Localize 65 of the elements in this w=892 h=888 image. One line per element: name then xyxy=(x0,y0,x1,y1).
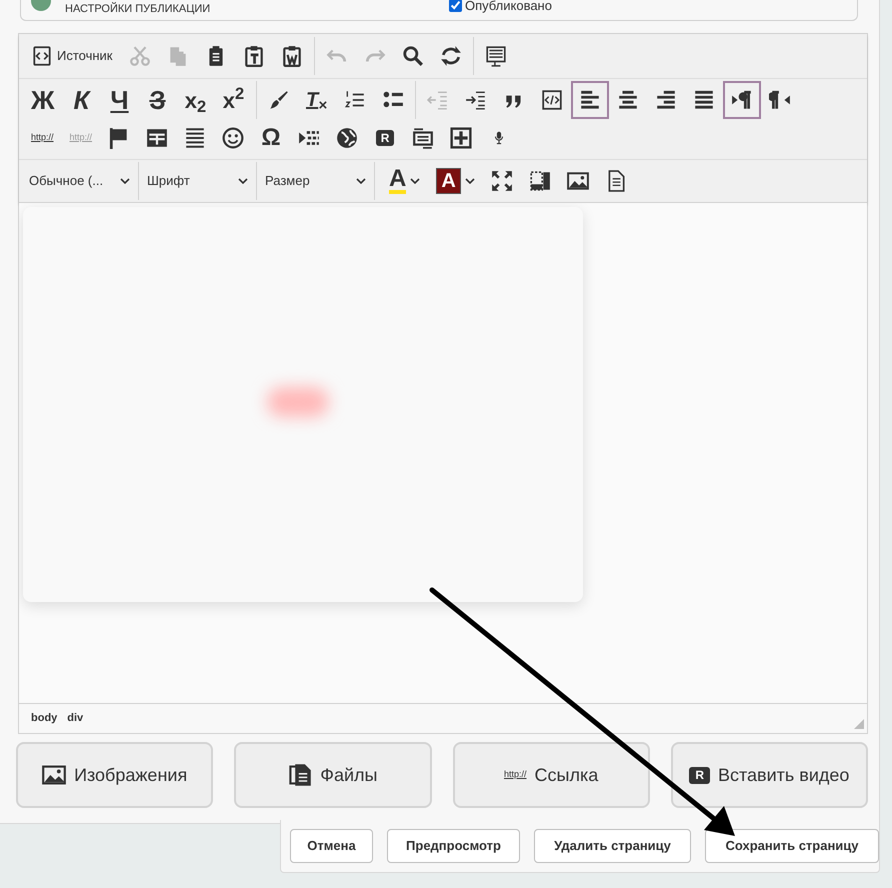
refresh-icon xyxy=(440,45,462,67)
toolbar-button[interactable] xyxy=(722,81,760,119)
action-button[interactable]: Удалить страницу xyxy=(534,829,691,863)
align-left-icon xyxy=(578,89,600,111)
action-button[interactable]: Отмена xyxy=(290,829,373,863)
align-right-icon xyxy=(654,89,676,111)
caret-icon xyxy=(464,178,475,184)
format-button[interactable]: T$_{×}$ xyxy=(298,81,336,119)
insert-button[interactable]: http:// Ссылка xyxy=(452,742,650,808)
files-icon xyxy=(288,763,312,787)
lines-icon xyxy=(184,127,206,149)
code-icon xyxy=(540,89,562,111)
format-button[interactable]: A xyxy=(428,162,483,200)
format-button[interactable]: R xyxy=(366,119,404,157)
clipboard-word-icon xyxy=(280,45,302,67)
element-path-link[interactable]: div xyxy=(67,710,84,727)
cut-icon xyxy=(128,45,150,67)
paragraph-rtl-icon xyxy=(768,89,790,111)
globe-icon xyxy=(336,127,358,149)
justify-icon xyxy=(692,89,714,111)
format-button[interactable]: Ж xyxy=(23,81,62,119)
align-center-icon xyxy=(616,89,638,111)
image-icon xyxy=(42,763,66,787)
source-icon xyxy=(31,45,53,67)
smiley-icon xyxy=(222,127,244,149)
insert-button[interactable]: R Вставить видео xyxy=(670,742,868,808)
format-button[interactable]: x$^{2}$ xyxy=(214,81,252,119)
caret-icon xyxy=(238,178,248,184)
search-icon xyxy=(402,45,424,67)
toolbar-button[interactable]: Источник xyxy=(23,37,120,75)
format-button[interactable]: http:// xyxy=(23,119,62,157)
insert-button[interactable]: Файлы xyxy=(234,742,432,808)
format-button[interactable]: Ч xyxy=(100,81,138,119)
insert-button[interactable]: Изображения xyxy=(16,742,214,808)
dropdown[interactable]: Размер xyxy=(257,162,375,200)
dropdown[interactable]: Шрифт xyxy=(139,162,257,200)
format-button[interactable]: З xyxy=(138,81,176,119)
action-button[interactable]: Предпросмотр xyxy=(387,829,520,863)
toolbar-button[interactable] xyxy=(570,81,608,119)
clipboard-text-icon xyxy=(242,45,264,67)
outdent-icon xyxy=(426,89,448,111)
plus-box-icon xyxy=(450,127,472,149)
caret-icon xyxy=(120,178,130,184)
action-button[interactable]: Сохранить страницу xyxy=(705,829,879,863)
format-button[interactable]: x$_{2}$ xyxy=(176,81,214,119)
blocks-icon xyxy=(528,170,551,192)
table-icon xyxy=(146,127,168,149)
checkbox-label: Опубликовано xyxy=(465,0,552,15)
element-path-link[interactable]: body xyxy=(31,710,58,727)
caret-icon xyxy=(356,178,366,184)
section-title: НАСТРОЙКИ ПУБЛИКАЦИИ xyxy=(65,3,210,16)
format-button[interactable]: Ω xyxy=(252,119,290,157)
indent-icon xyxy=(464,89,486,111)
frame-icon xyxy=(412,127,434,149)
image-icon xyxy=(566,170,589,192)
brush-icon xyxy=(268,89,290,111)
published-checkbox[interactable] xyxy=(449,0,462,12)
format-button[interactable]: A xyxy=(381,162,428,200)
paragraph-ltr-icon xyxy=(730,89,752,111)
caret-icon xyxy=(410,178,420,184)
format-button[interactable]: К xyxy=(62,81,100,119)
resize-handle-icon[interactable] xyxy=(854,719,864,729)
dropdown[interactable]: Обычное (... xyxy=(21,162,139,200)
template-icon xyxy=(484,45,506,67)
maximize-icon xyxy=(490,170,513,192)
